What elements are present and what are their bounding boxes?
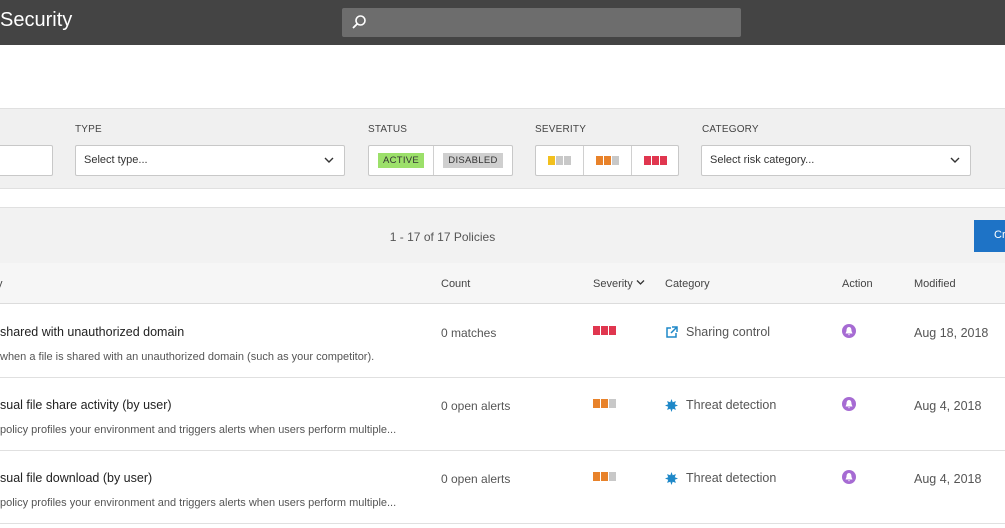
column-modified-header[interactable]: Modified [914,278,956,290]
policy-category-label: Threat detection [686,471,777,485]
policy-category-label: Threat detection [686,398,777,412]
column-policy-label: y [0,278,3,290]
severity-medium-toggle[interactable] [584,146,632,175]
severity-high-icon [593,326,616,335]
column-policy-header[interactable]: y [0,278,3,290]
chevron-down-icon [950,157,960,163]
alert-action-icon[interactable] [842,470,856,484]
bell-icon [845,400,853,409]
table-row[interactable]: sual file share activity (by user) polic… [0,378,1005,451]
sort-chevron-down-icon [636,280,645,285]
results-count: 1 - 17 of 17 Policies [389,230,496,244]
status-active-toggle[interactable]: ACTIVE [369,146,434,175]
column-action-header[interactable]: Action [842,278,873,290]
policy-name[interactable]: shared with unauthorized domain [0,325,184,339]
policy-modified: Aug 4, 2018 [914,399,982,413]
category-select-value: Select risk category... [710,154,815,166]
column-category-label: Category [665,278,710,290]
alert-action-icon[interactable] [842,397,856,411]
status-disabled-pill: DISABLED [443,153,503,168]
policy-name[interactable]: sual file download (by user) [0,471,152,485]
policy-count[interactable]: 0 open alerts [441,472,510,486]
policy-description: when a file is shared with an unauthoriz… [0,351,375,363]
severity-medium-icon [593,472,616,481]
policy-description: policy profiles your environment and tri… [0,497,397,509]
severity-toggle-group [535,145,679,176]
results-toolbar: 1 - 17 of 17 Policies Create [0,207,1005,263]
search-input[interactable] [342,8,741,37]
status-toggle-group: ACTIVE DISABLED [368,145,513,176]
column-count-label: Count [441,278,471,290]
column-action-label: Action [842,278,873,290]
column-severity-label: Severity [593,278,633,290]
type-select-value: Select type... [84,154,148,166]
bell-icon [845,473,853,482]
column-severity-header[interactable]: Severity [593,278,645,290]
name-filter-input[interactable] [0,145,53,176]
severity-medium-icon [596,156,619,165]
policy-count[interactable]: 0 matches [441,326,496,340]
status-disabled-toggle[interactable]: DISABLED [434,146,512,175]
policy-modified: Aug 4, 2018 [914,472,982,486]
filter-panel: TYPE Select type... STATUS ACTIVE DISABL… [0,108,1005,189]
column-category-header[interactable]: Category [665,278,710,290]
policy-name[interactable]: sual file share activity (by user) [0,398,172,412]
policy-modified: Aug 18, 2018 [914,326,989,340]
create-policy-label: Create [994,229,1005,241]
table-row[interactable]: sual file download (by user) policy prof… [0,451,1005,524]
column-modified-label: Modified [914,278,956,290]
policy-description: policy profiles your environment and tri… [0,424,397,436]
severity-high-icon [643,156,667,165]
alert-action-icon[interactable] [842,324,856,338]
chevron-down-icon [324,157,334,163]
policy-category: Threat detection [665,398,776,412]
severity-high-toggle[interactable] [632,146,678,175]
top-bar: Security [0,0,1005,45]
severity-low-icon [548,156,571,165]
app-title: Security [0,9,73,31]
search-icon [352,15,366,29]
create-policy-button[interactable]: Create [974,220,1005,252]
severity-medium-icon [593,399,616,408]
table-header: y Count Severity Category Action Modifie… [0,263,1005,304]
severity-filter-label: SEVERITY [535,124,587,135]
threat-burst-icon [665,398,678,412]
column-count-header[interactable]: Count [441,278,470,290]
bell-icon [845,327,853,336]
severity-low-toggle[interactable] [536,146,584,175]
policy-category-label: Sharing control [686,325,771,339]
type-filter-label: TYPE [75,124,102,135]
category-select[interactable]: Select risk category... [701,145,971,176]
status-filter-label: STATUS [368,124,408,135]
status-active-pill: ACTIVE [377,153,425,168]
category-filter-label: CATEGORY [702,124,759,135]
share-icon [666,325,678,338]
type-select[interactable]: Select type... [75,145,345,176]
table-row[interactable]: shared with unauthorized domain when a f… [0,305,1005,378]
policy-count[interactable]: 0 open alerts [441,399,510,413]
threat-burst-icon [665,471,678,485]
policy-category: Sharing control [665,325,770,339]
policy-category: Threat detection [665,471,776,485]
